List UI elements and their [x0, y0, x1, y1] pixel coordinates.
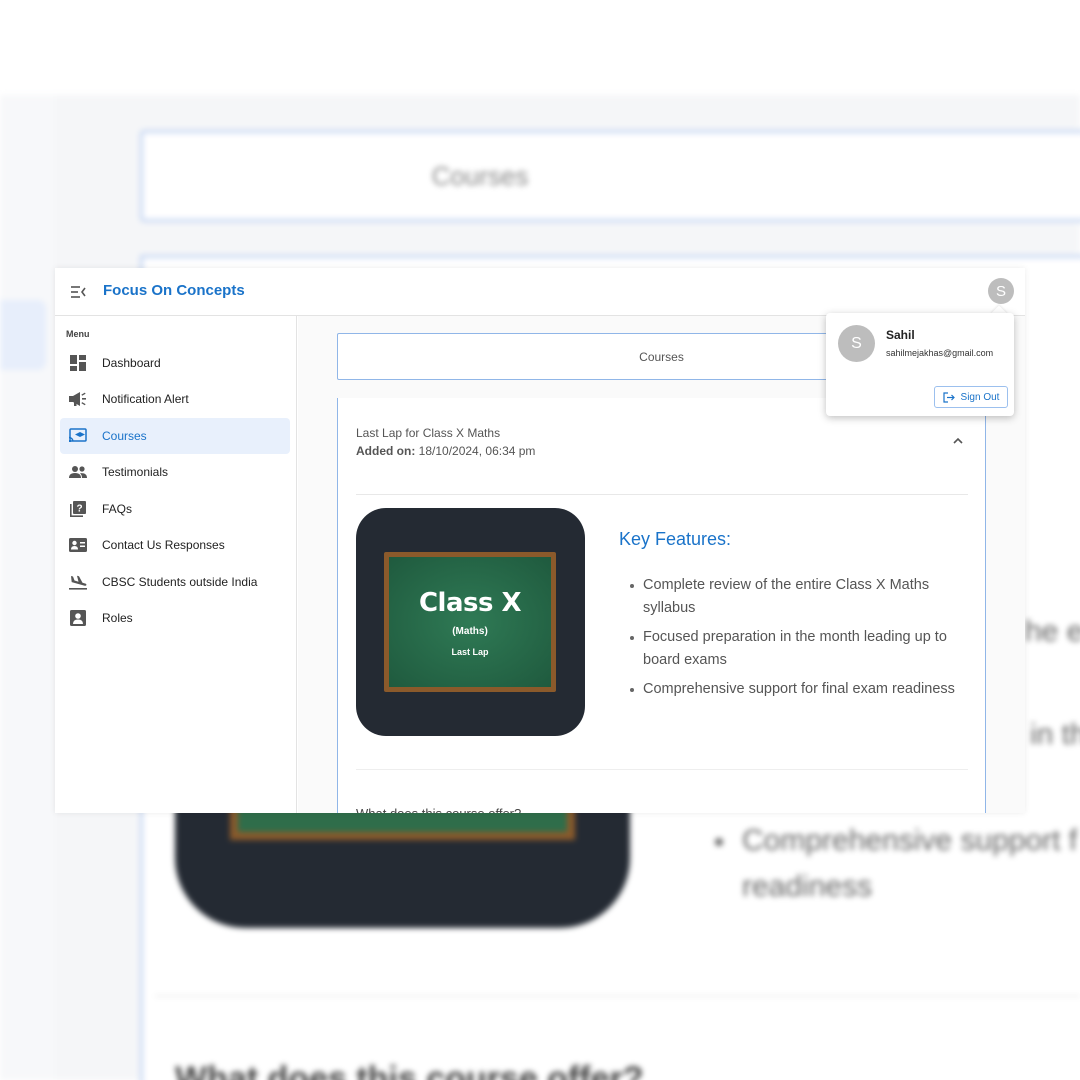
- course-thumbnail: Class X (Maths) Last Lap: [356, 508, 585, 736]
- course-card: Last Lap for Class X Maths Added on: 18/…: [337, 398, 986, 813]
- cast-education-icon: [68, 426, 88, 446]
- sidebar-item-notification-alert[interactable]: Notification Alert: [60, 381, 290, 417]
- user-avatar-button[interactable]: S: [988, 278, 1014, 304]
- thumbnail-subtitle: (Maths): [452, 625, 488, 637]
- sidebar-item-label: Testimonials: [102, 465, 169, 479]
- backdrop-text-fragment: he e: [1025, 615, 1080, 648]
- profile-email: sahilmejakhas@gmail.com: [886, 348, 994, 358]
- sidebar-item-faqs[interactable]: ? FAQs: [60, 491, 290, 527]
- svg-text:?: ?: [76, 504, 82, 515]
- brand-title[interactable]: Focus On Concepts: [103, 282, 245, 299]
- backdrop-courses-box: Courses: [140, 130, 1080, 222]
- sidebar-item-label: Courses: [102, 429, 147, 443]
- menu-heading: Menu: [66, 329, 90, 339]
- account-box-icon: [68, 608, 88, 628]
- chevron-up-icon[interactable]: [951, 434, 965, 448]
- divider: [356, 769, 968, 770]
- sidebar-item-courses[interactable]: Courses: [60, 418, 290, 454]
- course-offer-heading: What does this course offer?: [356, 806, 521, 813]
- contact-card-icon: [68, 535, 88, 555]
- top-bar: Focus On Concepts S: [55, 268, 1025, 316]
- megaphone-icon: [68, 389, 88, 409]
- flight-land-icon: [68, 572, 88, 592]
- sidebar-item-testimonials[interactable]: Testimonials: [60, 454, 290, 490]
- sidebar-item-label: FAQs: [102, 502, 133, 516]
- thumbnail-title: Class X: [418, 587, 522, 618]
- list-item: Complete review of the entire Class X Ma…: [619, 574, 974, 620]
- course-added-date: Added on: 18/10/2024, 06:34 pm: [356, 444, 536, 458]
- list-item: Comprehensive support for final exam rea…: [619, 678, 974, 701]
- sidebar-item-label: Roles: [102, 611, 133, 625]
- sign-out-button[interactable]: Sign Out: [934, 386, 1008, 408]
- menu-collapse-icon[interactable]: [68, 282, 88, 302]
- dashboard-icon: [68, 353, 88, 373]
- sidebar-item-label: CBSC Students outside India: [102, 575, 258, 589]
- backdrop-text-fragment: in th: [1030, 718, 1080, 751]
- sidebar-item-dashboard[interactable]: Dashboard: [60, 345, 290, 381]
- backdrop-question: What does this course offer?: [175, 1060, 644, 1080]
- key-features-heading: Key Features:: [619, 529, 732, 549]
- backdrop-sidebar: [0, 95, 55, 1080]
- sidebar-item-cbsc-students-outside-india[interactable]: CBSC Students outside India: [60, 564, 290, 600]
- thumbnail-tagline: Last Lap: [451, 646, 489, 657]
- backdrop-divider: [155, 995, 1080, 997]
- sidebar: Menu Dashboard Notification Alert Course…: [55, 316, 297, 813]
- key-features-list: Complete review of the entire Class X Ma…: [619, 574, 974, 707]
- sidebar-item-label: Contact Us Responses: [102, 538, 225, 552]
- people-icon: [68, 462, 88, 482]
- list-item: Focused preparation in the month leading…: [619, 626, 974, 672]
- sign-out-label: Sign Out: [960, 391, 1000, 403]
- logout-icon: [942, 391, 955, 403]
- sidebar-item-roles[interactable]: Roles: [60, 600, 290, 636]
- chalkboard-image: Class X (Maths) Last Lap: [384, 552, 556, 692]
- profile-popup: S Sahil sahilmejakhas@gmail.com Sign Out: [826, 313, 1014, 416]
- backdrop-bullet: Comprehensive support f readiness: [715, 818, 1077, 910]
- course-title: Last Lap for Class X Maths: [356, 426, 501, 440]
- divider: [356, 494, 968, 495]
- sidebar-item-label: Dashboard: [102, 356, 161, 370]
- quiz-icon: ?: [68, 499, 88, 519]
- sidebar-item-label: Notification Alert: [102, 392, 189, 406]
- sidebar-item-contact-us-responses[interactable]: Contact Us Responses: [60, 527, 290, 563]
- backdrop-active-pill: [0, 300, 46, 370]
- profile-name: Sahil: [886, 328, 915, 342]
- avatar: S: [838, 325, 875, 362]
